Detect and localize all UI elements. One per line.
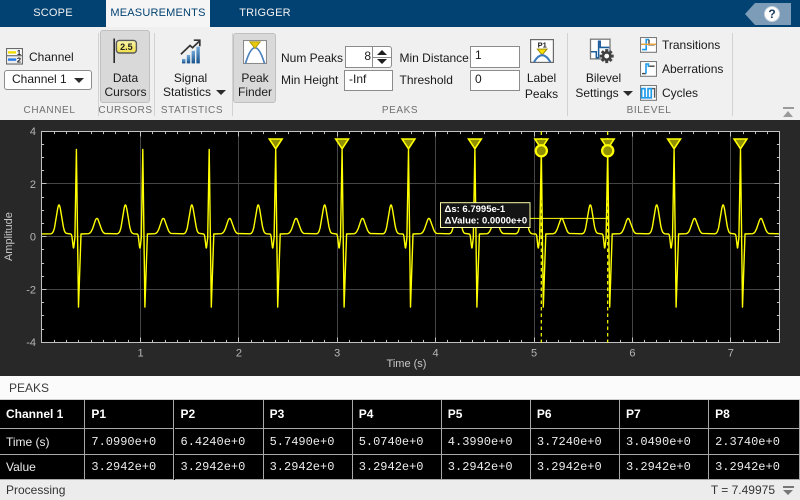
svg-text:6: 6 [629,348,635,360]
svg-text:2: 2 [17,56,21,65]
svg-text:5: 5 [531,348,537,360]
svg-text:Amplitude: Amplitude [3,212,15,261]
svg-text:4: 4 [433,348,439,360]
svg-text:2: 2 [236,348,242,360]
svg-text:ΔValue: 0.0000e+0: ΔValue: 0.0000e+0 [445,216,528,227]
svg-text:2: 2 [30,179,36,191]
svg-text:-2: -2 [26,284,36,296]
svg-text:Time (s): Time (s) [387,358,427,370]
svg-text:P1: P1 [538,40,547,49]
svg-text:4: 4 [30,126,36,138]
svg-text:2.5: 2.5 [120,42,133,52]
svg-text:-4: -4 [26,337,36,349]
svg-text:Δs: 6.7995e-1: Δs: 6.7995e-1 [445,204,506,215]
svg-text:3: 3 [334,348,340,360]
svg-text:7: 7 [728,348,734,360]
svg-text:1: 1 [137,348,143,360]
svg-text:?: ? [768,7,775,21]
svg-text:0: 0 [30,232,36,244]
